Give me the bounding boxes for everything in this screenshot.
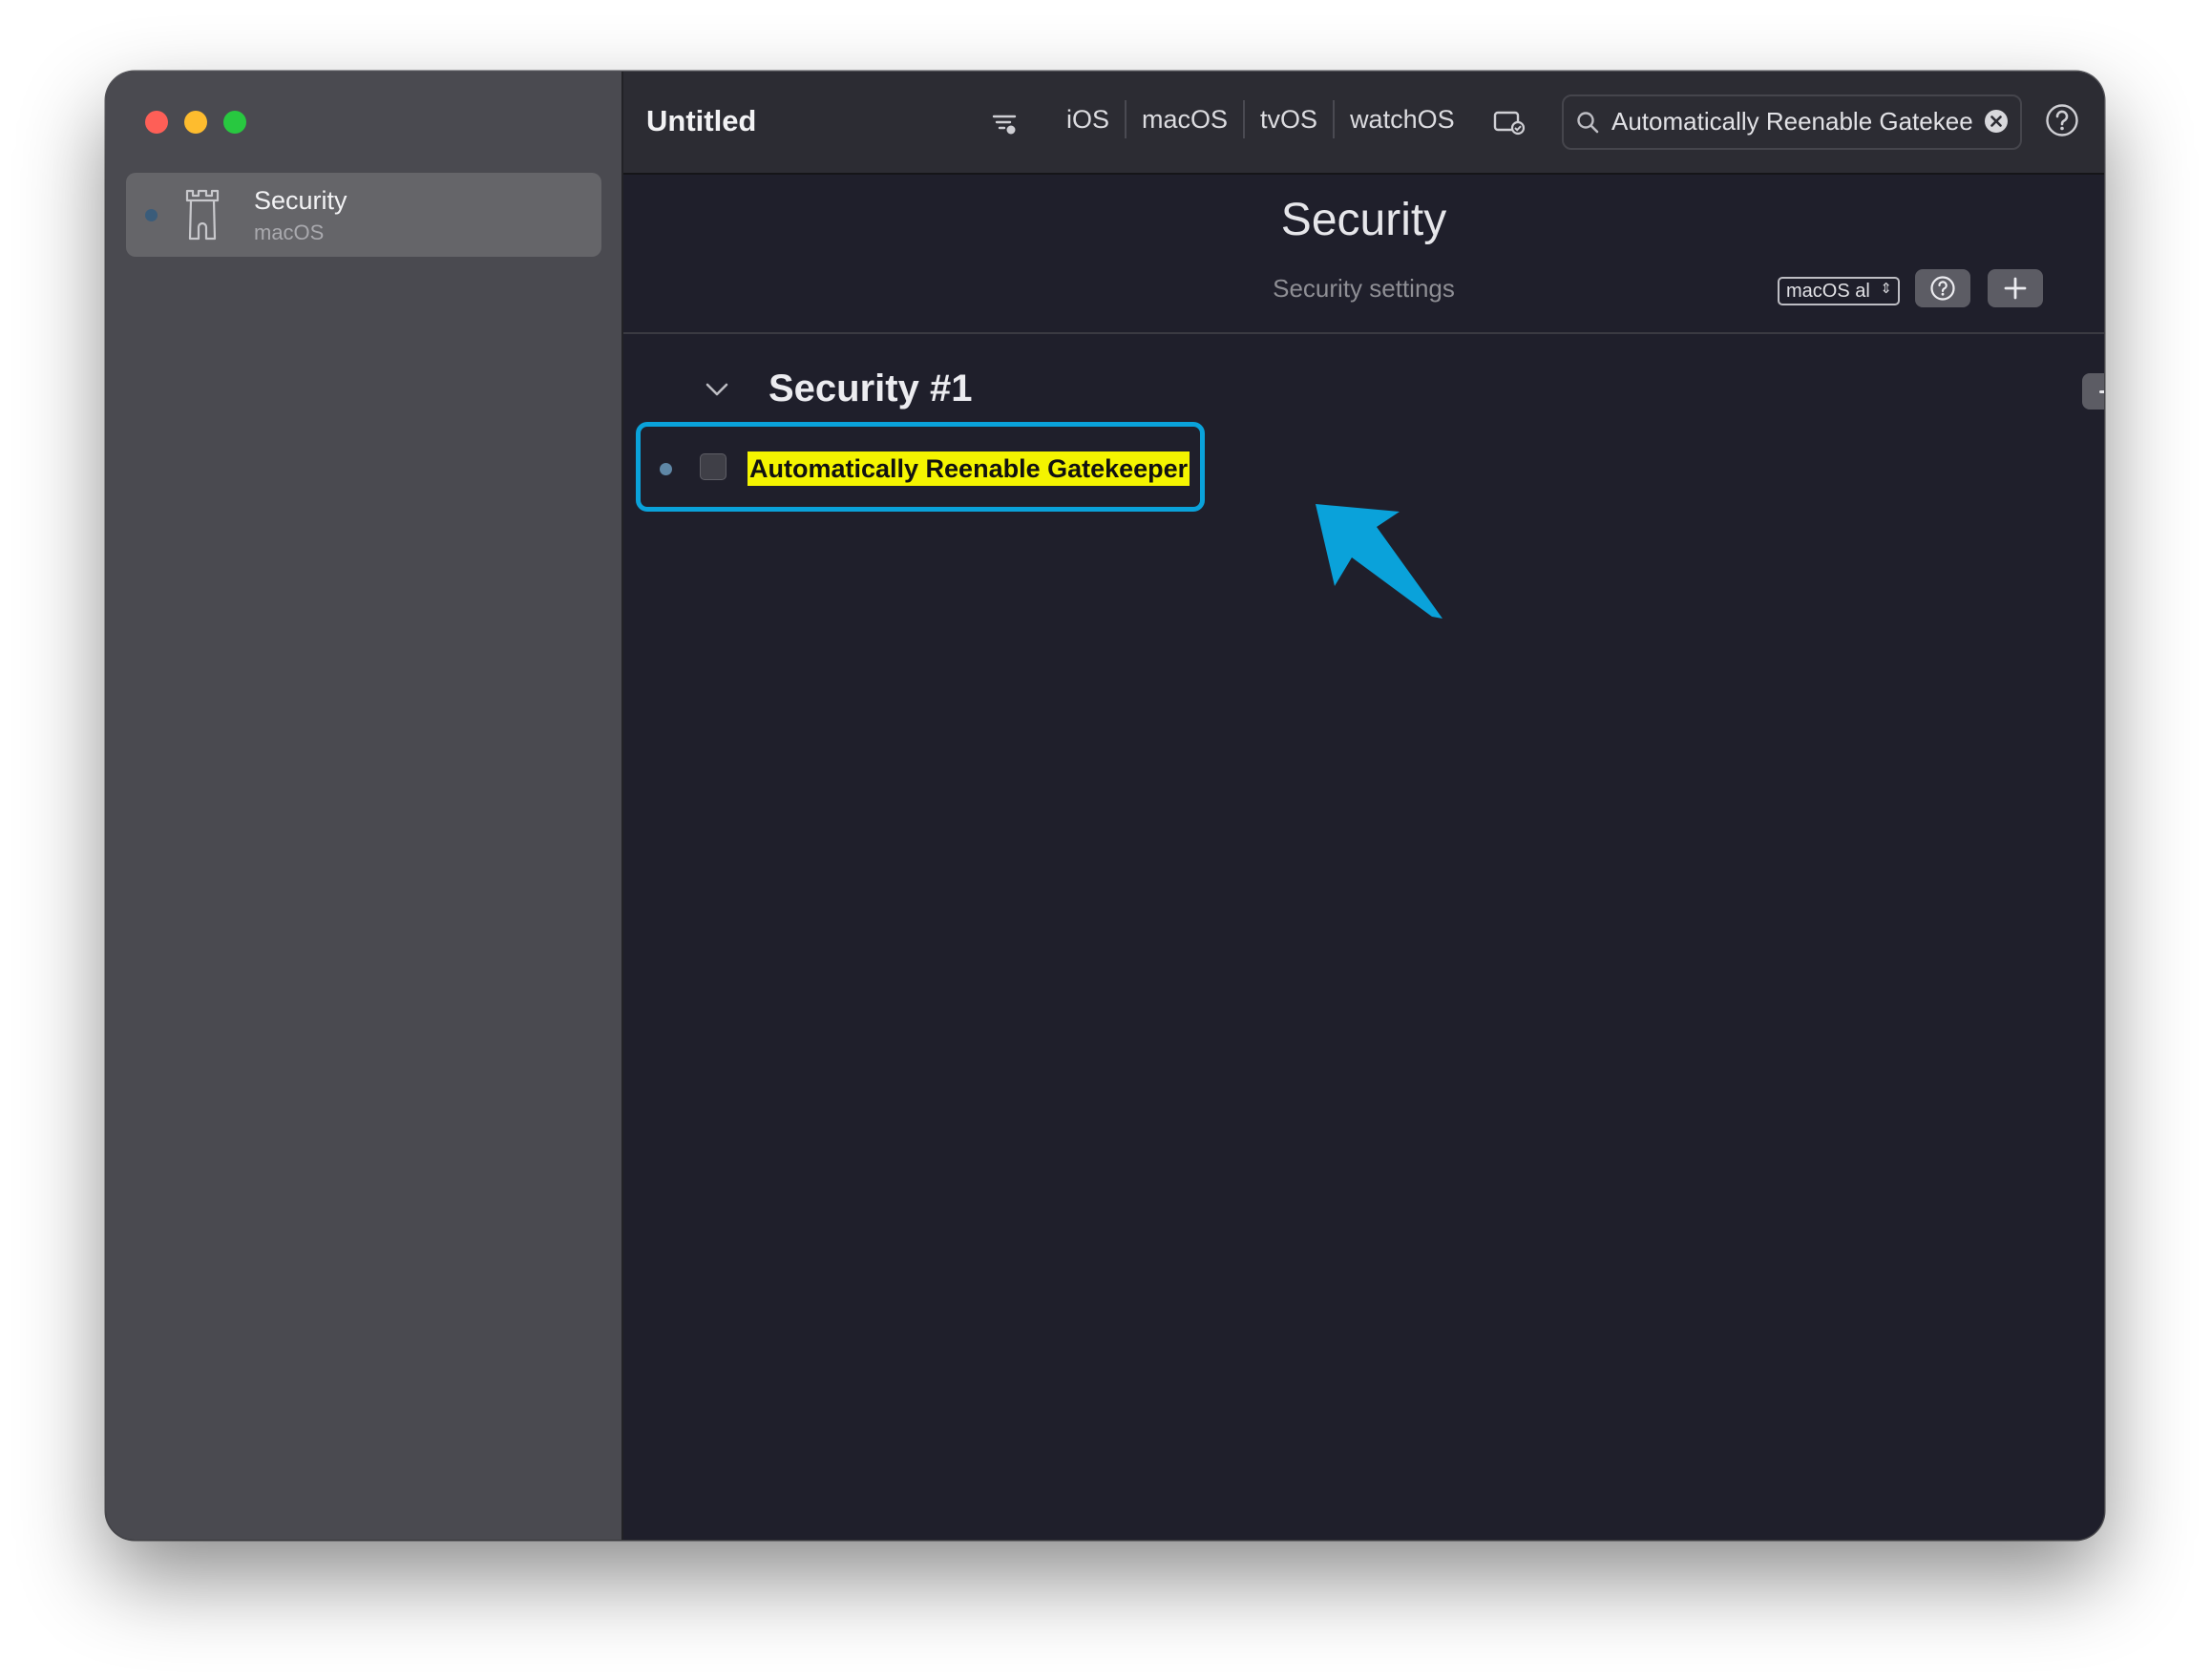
platform-filter: iOS macOS tvOS watchOS xyxy=(1051,97,1470,141)
castle-tower-icon xyxy=(185,189,220,241)
sidebar-item-title: Security xyxy=(254,186,347,215)
search-icon xyxy=(1577,112,1599,134)
close-window-button[interactable] xyxy=(145,111,168,134)
payload-title: Security xyxy=(1280,195,1447,245)
search-input[interactable] xyxy=(1611,104,1974,138)
sidebar-item-security[interactable]: Security macOS xyxy=(126,173,601,257)
device-check-icon[interactable] xyxy=(1492,108,1527,136)
clear-circle-icon[interactable] xyxy=(1984,109,2009,134)
sidebar: Security macOS xyxy=(106,72,623,1540)
callout-arrow-icon xyxy=(1316,504,1442,619)
payload-help-button[interactable] xyxy=(1915,269,1970,307)
os-select-value: macOS al xyxy=(1786,281,1870,302)
platform-watchos[interactable]: watchOS xyxy=(1333,100,1470,138)
platform-tvos[interactable]: tvOS xyxy=(1243,100,1333,138)
minimize-window-button[interactable] xyxy=(184,111,207,134)
toolbar: Untitled iOS macOS tvOS watchOS xyxy=(623,72,2104,175)
platform-macos[interactable]: macOS xyxy=(1125,100,1243,138)
app-window: Security macOS Untitled iOS macOS tvOS w… xyxy=(106,72,2104,1540)
document-title: Untitled xyxy=(646,104,757,137)
help-icon[interactable] xyxy=(2044,102,2080,138)
remove-section-button[interactable] xyxy=(2082,373,2104,410)
section-title: Security #1 xyxy=(769,368,973,410)
setting-status-dot xyxy=(660,463,672,475)
add-payload-button[interactable] xyxy=(1988,269,2043,307)
setting-label: Automatically Reenable Gatekeeper xyxy=(748,452,1190,486)
updown-arrows-icon: ⇕ xyxy=(1880,281,1892,297)
status-dot xyxy=(145,209,158,221)
os-version-select[interactable]: macOS al ⇕ xyxy=(1778,277,1900,305)
plus-icon xyxy=(2004,277,2027,300)
setting-checkbox[interactable] xyxy=(700,453,726,480)
chevron-down-icon[interactable] xyxy=(704,379,730,400)
header-divider xyxy=(623,332,2104,334)
question-circle-icon xyxy=(1930,276,1955,301)
platform-ios[interactable]: iOS xyxy=(1051,100,1125,138)
filter-icon[interactable] xyxy=(991,110,1018,136)
main-content: Untitled iOS macOS tvOS watchOS Automati… xyxy=(623,72,2104,1540)
zoom-window-button[interactable] xyxy=(223,111,246,134)
traffic-lights xyxy=(145,111,246,134)
sidebar-item-subtitle: macOS xyxy=(254,220,325,244)
search-field[interactable] xyxy=(1562,94,2022,150)
